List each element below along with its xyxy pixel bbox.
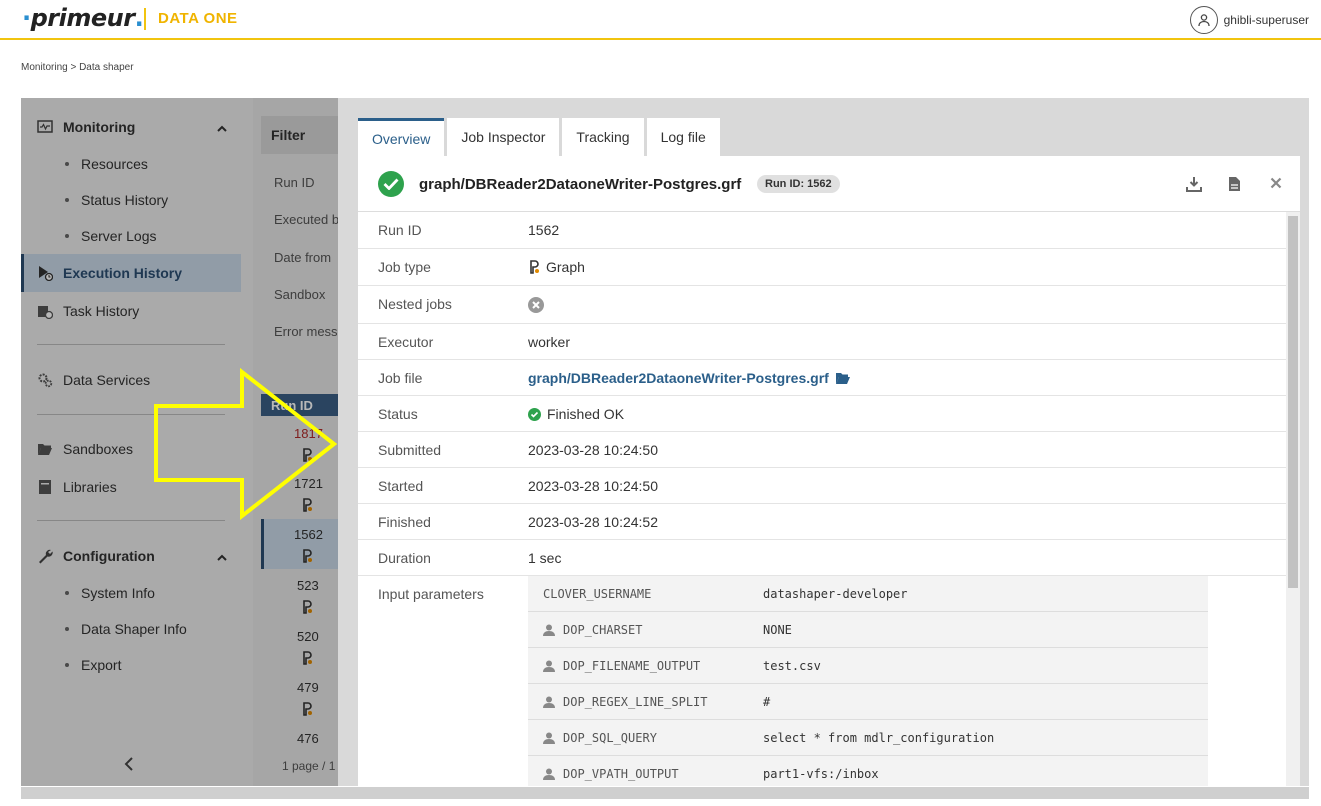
- logo-divider: [144, 8, 146, 30]
- success-check-icon: [378, 171, 404, 197]
- job-title: graph/DBReader2DataoneWriter-Postgres.gr…: [419, 176, 742, 193]
- parameter-name: DOP_CHARSET: [543, 623, 642, 637]
- parameter-value: select * from mdlr_configuration: [763, 731, 995, 745]
- top-bar: ·primeur. DATA ONE ghibli-superuser: [0, 0, 1321, 40]
- close-icon[interactable]: [1270, 176, 1282, 192]
- row-value: 1562: [528, 222, 560, 238]
- user-icon: [543, 660, 555, 672]
- row-value: Finished OK: [528, 406, 624, 422]
- detail-row-executor: Executor worker: [358, 324, 1286, 360]
- row-label: Input parameters: [378, 586, 484, 602]
- parameters-table: CLOVER_USERNAME datashaper-developer DOP…: [528, 576, 1208, 786]
- no-icon: [528, 297, 544, 313]
- parameter-name: CLOVER_USERNAME: [543, 587, 652, 601]
- parameter-name-text: DOP_SQL_QUERY: [563, 731, 657, 745]
- tab-job-inspector[interactable]: Job Inspector: [447, 118, 560, 156]
- parameter-value: #: [763, 695, 771, 709]
- parameter-name: DOP_REGEX_LINE_SPLIT: [543, 695, 708, 709]
- detail-row-job-file: Job file graph/DBReader2DataoneWriter-Po…: [358, 360, 1286, 396]
- parameter-value: datashaper-developer: [763, 587, 908, 601]
- detail-row-submitted: Submitted 2023-03-28 10:24:50: [358, 432, 1286, 468]
- parameter-name: DOP_VPATH_OUTPUT: [543, 767, 679, 781]
- parameter-row: DOP_REGEX_LINE_SPLIT #: [528, 684, 1208, 720]
- user-avatar-icon[interactable]: [1189, 6, 1218, 34]
- document-icon[interactable]: [1228, 176, 1241, 195]
- detail-rows: Run ID 1562 Job type Graph Nested jobs E…: [358, 212, 1286, 786]
- status-value: Finished OK: [547, 406, 625, 422]
- parameter-name-text: DOP_REGEX_LINE_SPLIT: [563, 695, 708, 709]
- parameter-name-text: DOP_FILENAME_OUTPUT: [563, 659, 701, 673]
- row-value[interactable]: graph/DBReader2DataoneWriter-Postgres.gr…: [528, 370, 851, 386]
- row-label: Status: [378, 406, 418, 422]
- detail-row-nested-jobs: Nested jobs: [358, 286, 1286, 324]
- parameter-name-text: DOP_CHARSET: [563, 623, 643, 637]
- vertical-scrollbar-thumb[interactable]: [1288, 216, 1298, 588]
- job-detail-panel: Overview Job Inspector Tracking Log file…: [338, 98, 1309, 786]
- user-icon: [543, 732, 555, 744]
- primeur-logo[interactable]: ·primeur.: [22, 4, 144, 32]
- row-label: Executor: [378, 334, 434, 350]
- detail-tabs: Overview Job Inspector Tracking Log file: [358, 118, 720, 156]
- parameter-value: test.csv: [763, 659, 821, 673]
- tab-tracking[interactable]: Tracking: [562, 118, 644, 156]
- tab-overview[interactable]: Overview: [358, 118, 445, 156]
- parameter-row: DOP_SQL_QUERY select * from mdlr_configu…: [528, 720, 1208, 756]
- parameter-name-text: DOP_VPATH_OUTPUT: [563, 767, 679, 781]
- product-name: DATA ONE: [158, 10, 238, 27]
- row-value: 2023-03-28 10:24:50: [528, 478, 658, 494]
- detail-row-run-id: Run ID 1562: [358, 212, 1286, 249]
- tab-log-file[interactable]: Log file: [646, 118, 720, 156]
- run-id-badge: Run ID: 1562: [757, 175, 840, 193]
- parameter-name: DOP_SQL_QUERY: [543, 731, 657, 745]
- row-label: Job type: [378, 259, 431, 275]
- row-label: Duration: [378, 550, 431, 566]
- row-label: Run ID: [378, 222, 422, 238]
- breadcrumb[interactable]: Monitoring > Data shaper: [21, 62, 134, 73]
- parameter-value: part1-vfs:/inbox: [763, 767, 879, 781]
- overview-card: graph/DBReader2DataoneWriter-Postgres.gr…: [358, 156, 1300, 786]
- success-check-icon: [528, 407, 541, 421]
- job-type-value: Graph: [546, 259, 585, 275]
- folder-open-icon[interactable]: [835, 372, 851, 385]
- row-value: worker: [528, 334, 571, 350]
- annotation-arrow-icon: [154, 368, 338, 520]
- user-icon: [543, 768, 555, 780]
- detail-header: graph/DBReader2DataoneWriter-Postgres.gr…: [358, 156, 1300, 212]
- parameter-row: CLOVER_USERNAME datashaper-developer: [528, 576, 1208, 612]
- download-icon[interactable]: [1186, 176, 1202, 195]
- row-value: Graph: [528, 259, 585, 275]
- row-value: 1 sec: [528, 550, 562, 566]
- row-label: Finished: [378, 514, 431, 530]
- detail-row-job-type: Job type Graph: [358, 249, 1286, 286]
- row-label: Job file: [378, 370, 423, 386]
- horizontal-scrollbar[interactable]: [21, 787, 1309, 799]
- detail-row-input-parameters: Input parameters CLOVER_USERNAME datasha…: [358, 576, 1286, 786]
- row-label: Started: [378, 478, 424, 494]
- row-value: 2023-03-28 10:24:50: [528, 442, 658, 458]
- user-name[interactable]: ghibli-superuser: [1224, 13, 1309, 27]
- parameter-value: NONE: [763, 623, 792, 637]
- user-icon: [543, 624, 555, 636]
- parameter-name: DOP_FILENAME_OUTPUT: [543, 659, 700, 673]
- row-label: Submitted: [378, 442, 442, 458]
- parameter-row: DOP_FILENAME_OUTPUT test.csv: [528, 648, 1208, 684]
- user-icon: [543, 696, 555, 708]
- detail-row-finished: Finished 2023-03-28 10:24:52: [358, 504, 1286, 540]
- detail-row-duration: Duration 1 sec: [358, 540, 1286, 576]
- user-menu[interactable]: ghibli-superuser: [1189, 6, 1309, 34]
- parameter-row: DOP_VPATH_OUTPUT part1-vfs:/inbox: [528, 756, 1208, 786]
- detail-row-status: Status Finished OK: [358, 396, 1286, 432]
- parameter-row: DOP_CHARSET NONE: [528, 612, 1208, 648]
- row-label: Nested jobs: [378, 296, 452, 312]
- job-file-link[interactable]: graph/DBReader2DataoneWriter-Postgres.gr…: [528, 370, 829, 386]
- detail-row-started: Started 2023-03-28 10:24:50: [358, 468, 1286, 504]
- graph-icon: [530, 260, 539, 274]
- row-value: 2023-03-28 10:24:52: [528, 514, 658, 530]
